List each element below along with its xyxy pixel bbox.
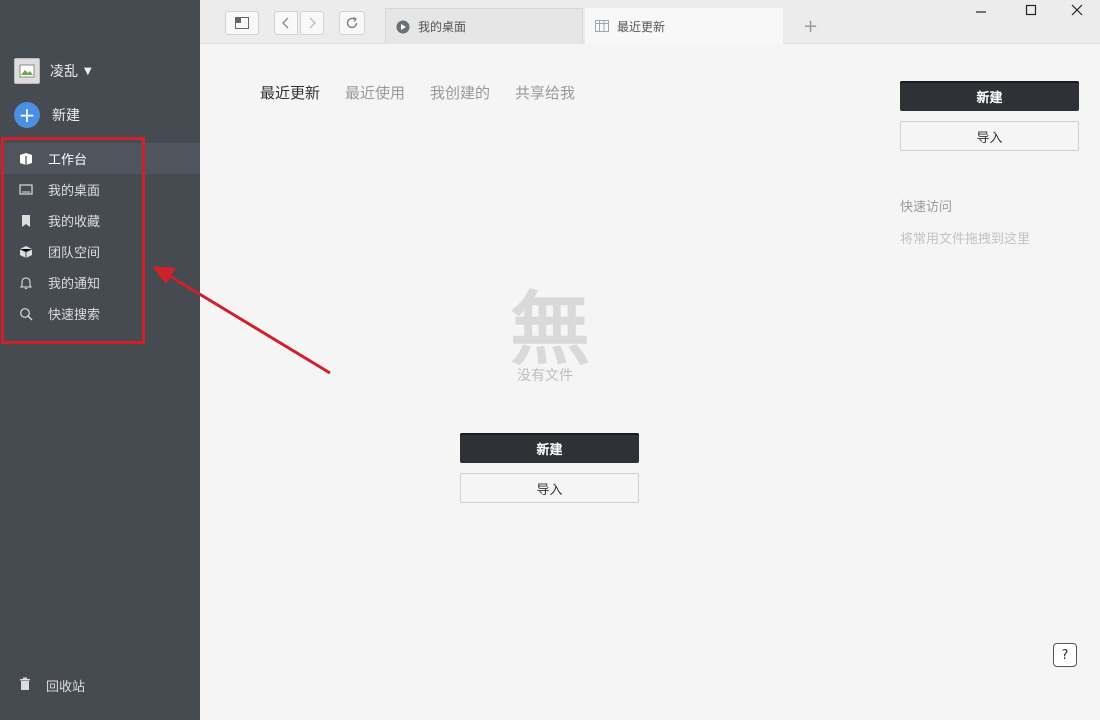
bookmark-icon <box>18 213 34 229</box>
search-icon <box>18 306 34 322</box>
close-icon <box>1071 4 1083 16</box>
tab-label: 我的桌面 <box>418 18 466 35</box>
tab-created-by-me[interactable]: 我创建的 <box>430 82 490 103</box>
sidebar: 凌乱 ▼ + 新建 工作台 我的桌面 我的收藏 <box>0 0 200 720</box>
chevron-right-icon <box>308 17 316 29</box>
sidebar-item-label: 工作台 <box>48 149 87 168</box>
content-tabs: 最近更新 最近使用 我创建的 共享给我 <box>260 82 575 103</box>
add-tab-button[interactable]: + <box>803 16 818 37</box>
chevron-left-icon <box>282 17 290 29</box>
empty-state-icon: 無 <box>510 265 590 381</box>
sidebar-item-workbench[interactable]: 工作台 <box>0 143 200 174</box>
tab-recently-used[interactable]: 最近使用 <box>345 82 405 103</box>
quick-access-drop-zone[interactable]: 将常用文件拖拽到这里 <box>900 228 1030 247</box>
maximize-button[interactable] <box>1021 4 1041 20</box>
sidebar-item-label: 我的通知 <box>48 273 100 292</box>
layout-icon <box>235 17 249 29</box>
toggle-sidebar-button[interactable] <box>225 11 259 35</box>
right-new-button[interactable]: 新建 <box>900 81 1079 111</box>
sidebar-item-notifications[interactable]: 我的通知 <box>0 267 200 298</box>
desktop-tab-icon <box>396 20 410 34</box>
monitor-icon <box>18 182 34 198</box>
sidebar-item-quick-search[interactable]: 快速搜索 <box>0 298 200 329</box>
new-label: 新建 <box>52 105 80 125</box>
sidebar-item-my-desktop[interactable]: 我的桌面 <box>0 174 200 205</box>
close-button[interactable] <box>1067 4 1087 20</box>
import-button[interactable]: 导入 <box>460 473 639 503</box>
minimize-button[interactable] <box>971 4 991 20</box>
sidebar-item-label: 团队空间 <box>48 242 100 261</box>
refresh-button[interactable] <box>339 11 365 35</box>
maximize-icon <box>1025 4 1037 16</box>
top-bar: 我的桌面 最近更新 + <box>200 0 1100 44</box>
tab-my-desktop[interactable]: 我的桌面 <box>385 8 583 44</box>
sidebar-item-favorites[interactable]: 我的收藏 <box>0 205 200 236</box>
tab-recent-updates[interactable]: 最近更新 <box>585 8 783 44</box>
trash-label: 回收站 <box>46 676 85 695</box>
right-import-button[interactable]: 导入 <box>900 121 1079 151</box>
trash-icon <box>18 677 32 695</box>
help-button[interactable]: ? <box>1053 643 1077 667</box>
tab-shared-with-me[interactable]: 共享给我 <box>515 82 575 103</box>
tab-recent-updates-view[interactable]: 最近更新 <box>260 82 320 103</box>
minimize-icon <box>975 4 987 16</box>
sidebar-nav: 工作台 我的桌面 我的收藏 团队空间 我的通知 <box>0 143 200 329</box>
cube-icon <box>18 244 34 260</box>
new-file-button[interactable]: 新建 <box>460 433 639 463</box>
sidebar-item-label: 我的收藏 <box>48 211 100 230</box>
refresh-icon <box>345 16 359 30</box>
box-icon <box>18 151 34 167</box>
spreadsheet-icon <box>595 20 609 32</box>
tab-label: 最近更新 <box>617 18 665 35</box>
new-button[interactable]: + 新建 <box>14 102 80 128</box>
sidebar-item-trash[interactable]: 回收站 <box>18 676 85 695</box>
user-menu[interactable]: 凌乱 ▼ <box>14 58 92 84</box>
sidebar-item-label: 快速搜索 <box>48 304 100 323</box>
plus-icon: + <box>14 102 40 128</box>
avatar[interactable] <box>14 58 40 84</box>
sidebar-item-team-space[interactable]: 团队空间 <box>0 236 200 267</box>
bell-icon <box>18 275 34 291</box>
user-name[interactable]: 凌乱 <box>50 61 78 81</box>
chevron-down-icon[interactable]: ▼ <box>84 66 92 77</box>
back-button[interactable] <box>274 11 298 35</box>
forward-button[interactable] <box>300 11 324 35</box>
empty-state-text: 没有文件 <box>517 365 573 385</box>
quick-access-title: 快速访问 <box>900 196 952 215</box>
sidebar-item-label: 我的桌面 <box>48 180 100 199</box>
